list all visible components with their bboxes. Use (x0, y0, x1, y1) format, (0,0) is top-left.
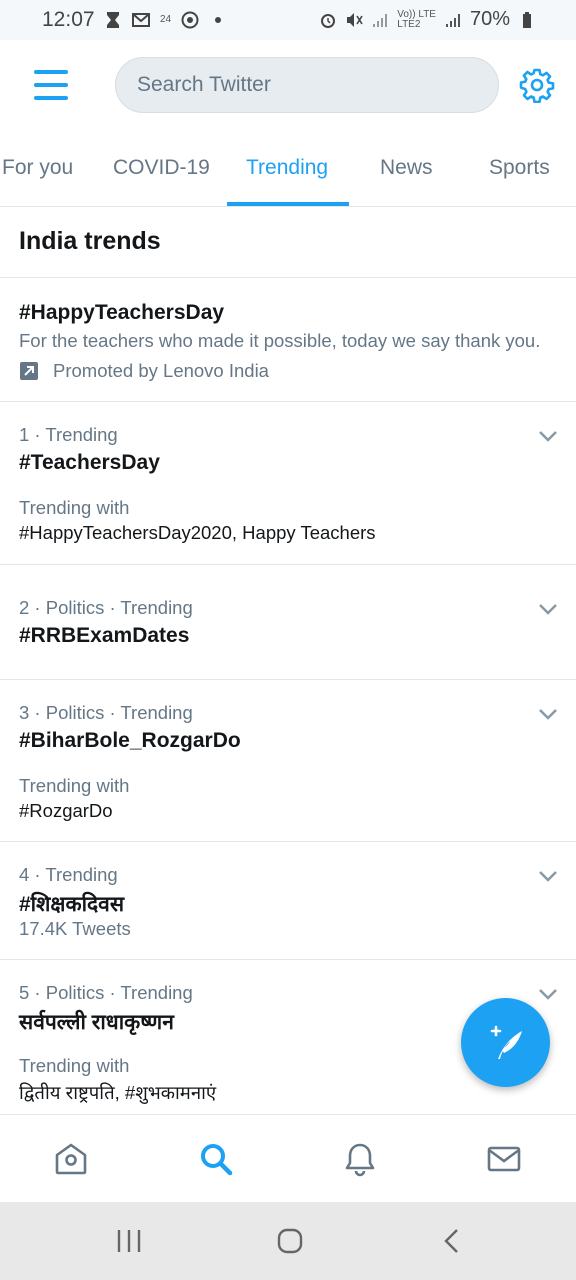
dot-icon (215, 17, 222, 23)
status-time: 12:07 (42, 8, 95, 31)
bottom-navigation (0, 1114, 576, 1202)
promoted-arrow-icon (20, 362, 38, 380)
system-navigation-bar (0, 1202, 576, 1280)
active-tab-indicator (227, 202, 349, 206)
trend-description: For the teachers who made it possible, t… (19, 330, 541, 351)
battery-icon (523, 11, 531, 28)
tweet-count: 17.4K Tweets (19, 918, 131, 939)
trend-item[interactable]: 4 · Trending #शिक्षकदिवस 17.4K Tweets (0, 842, 576, 960)
chevron-down-icon[interactable] (538, 602, 558, 616)
trend-meta: 3 · Politics · Trending (19, 702, 193, 723)
trending-with-label: Trending with (19, 497, 130, 518)
status-system-icons: Vo)) LTE LTE2 70% (319, 8, 536, 31)
trending-with-label: Trending with (19, 1055, 130, 1076)
explore-tabs: For you COVID-19 Trending News Sports (0, 132, 576, 207)
trend-name: #TeachersDay (19, 451, 160, 474)
tab-covid-19[interactable]: COVID-19 (113, 156, 210, 180)
trend-name: सर्वपल्ली राधाकृष्णन (19, 1011, 174, 1034)
home-button-icon[interactable] (277, 1228, 303, 1254)
trending-with-items: #RozgarDo (19, 800, 113, 821)
gear-icon[interactable] (519, 67, 555, 103)
bell-icon[interactable] (342, 1141, 378, 1177)
tab-news[interactable]: News (380, 156, 433, 180)
mute-icon (347, 12, 363, 27)
battery-percent: 70% (469, 8, 510, 30)
status-bar: 12:07 24 Vo)) LTE LTE2 70% (0, 0, 576, 40)
trend-meta: 2 · Politics · Trending (19, 597, 193, 618)
alarm-icon (321, 13, 336, 28)
tab-trending[interactable]: Trending (246, 156, 328, 180)
mail-icon[interactable] (486, 1141, 522, 1177)
gmail-icon (132, 13, 150, 27)
trend-name: #HappyTeachersDay (19, 301, 225, 324)
back-icon[interactable] (440, 1228, 466, 1254)
search-icon[interactable] (198, 1141, 234, 1177)
trend-item[interactable]: 1 · Trending #TeachersDay Trending with … (0, 402, 576, 565)
trend-name: #BiharBole_RozgarDo (19, 729, 241, 752)
top-app-bar (0, 40, 576, 132)
recent-apps-icon[interactable] (116, 1228, 142, 1254)
section-title: India trends (19, 227, 161, 255)
tab-for-you[interactable]: For you (2, 156, 73, 180)
signal-icon-1 (373, 13, 388, 27)
signal-icon-2 (445, 13, 460, 27)
trend-meta: 5 · Politics · Trending (19, 982, 193, 1003)
trending-with-label: Trending with (19, 775, 130, 796)
trend-meta: 1 · Trending (19, 424, 118, 445)
hamburger-icon[interactable] (34, 70, 68, 100)
compose-tweet-button[interactable] (461, 998, 550, 1087)
chevron-down-icon[interactable] (538, 707, 558, 721)
trend-meta: 4 · Trending (19, 864, 118, 885)
chevron-down-icon[interactable] (538, 987, 558, 1001)
trend-name: #RRBExamDates (19, 624, 190, 647)
trending-with-items: #HappyTeachersDay2020, Happy Teachers (19, 522, 376, 543)
search-bar[interactable] (115, 57, 499, 113)
home-icon[interactable] (53, 1141, 89, 1177)
chrome-icon (181, 11, 199, 29)
network-type-label: Vo)) LTE LTE2 (397, 8, 436, 30)
trend-item[interactable]: 3 · Politics · Trending #BiharBole_Rozga… (0, 680, 576, 842)
chevron-down-icon[interactable] (538, 429, 558, 443)
status-notification-icons: 24 (104, 11, 227, 29)
chevron-down-icon[interactable] (538, 869, 558, 883)
promoted-trend[interactable]: #HappyTeachersDay For the teachers who m… (0, 278, 576, 402)
tab-sports[interactable]: Sports (489, 156, 550, 180)
trend-name: #शिक्षकदिवस (19, 893, 125, 916)
notification-count-badge: 24 (160, 14, 172, 25)
search-input[interactable] (135, 72, 479, 98)
trend-item[interactable]: 2 · Politics · Trending #RRBExamDates (0, 565, 576, 680)
trending-with-items: द्वितीय राष्ट्रपति, #शुभकामनाएं (19, 1082, 217, 1103)
section-header: India trends (0, 207, 576, 278)
promoted-by-label: Promoted by Lenovo India (53, 360, 269, 381)
promoted-row: Promoted by Lenovo India (19, 360, 269, 382)
hourglass-icon (107, 12, 119, 28)
compose-tweet-icon (490, 1025, 522, 1059)
